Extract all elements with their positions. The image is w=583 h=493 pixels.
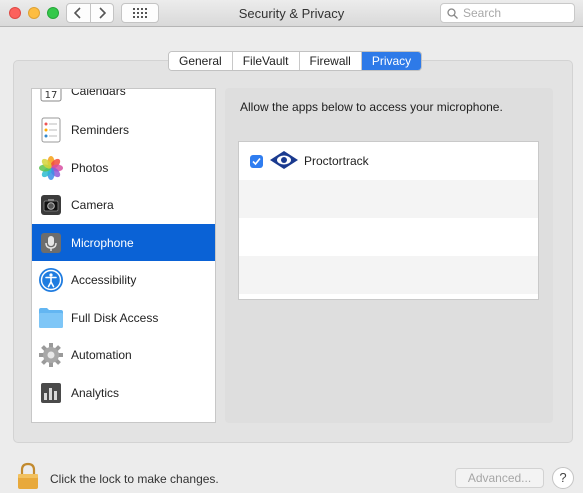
calendar-icon: 17 <box>38 89 64 104</box>
sidebar-item-photos[interactable]: Photos <box>32 149 215 186</box>
sidebar-item-label: Photos <box>71 160 109 175</box>
tab-bar: General FileVault Firewall Privacy <box>168 51 423 71</box>
sidebar-item-label: Microphone <box>71 235 134 250</box>
sidebar-item-label: Full Disk Access <box>71 310 159 325</box>
empty-row <box>239 218 538 256</box>
sidebar-item-reminders[interactable]: Reminders <box>32 111 215 148</box>
proctortrack-checkbox[interactable] <box>250 155 263 168</box>
tab-privacy[interactable]: Privacy <box>361 52 422 70</box>
photos-icon <box>38 155 64 181</box>
app-row-proctortrack[interactable]: Proctortrack <box>239 142 538 180</box>
microphone-icon <box>38 230 64 256</box>
advanced-button[interactable]: Advanced... <box>455 468 544 488</box>
empty-row <box>239 180 538 218</box>
help-button[interactable]: ? <box>552 467 574 489</box>
tab-firewall[interactable]: Firewall <box>299 52 362 70</box>
folder-icon <box>38 305 64 331</box>
sidebar-item-accessibility[interactable]: Accessibility <box>32 261 215 298</box>
sidebar-item-label: Reminders <box>71 122 130 137</box>
proctortrack-eye-icon <box>270 151 298 169</box>
calendar-day-text: 17 <box>45 90 58 101</box>
sidebar-item-label: Accessibility <box>71 272 137 287</box>
search-icon <box>447 7 458 19</box>
tab-general[interactable]: General <box>169 52 233 70</box>
lock-message: Click the lock to make changes. <box>50 472 219 486</box>
tab-filevault[interactable]: FileVault <box>232 52 300 70</box>
search-field[interactable] <box>440 3 575 23</box>
sidebar-item-full-disk-access[interactable]: Full Disk Access <box>32 299 215 336</box>
sidebar-item-label: Analytics <box>71 385 120 400</box>
sidebar-item-label: Calendars <box>71 88 126 98</box>
title-bar: Security & Privacy <box>0 0 583 27</box>
accessibility-icon <box>38 267 64 293</box>
lock-icon[interactable] <box>17 462 39 490</box>
sidebar-item-camera[interactable]: Camera <box>32 186 215 223</box>
sidebar-item-automation[interactable]: Automation <box>32 336 215 373</box>
analytics-icon <box>38 380 64 406</box>
app-list[interactable]: Proctortrack <box>238 141 539 300</box>
checkmark-icon <box>252 157 261 166</box>
empty-row <box>239 256 538 294</box>
pane-heading: Allow the apps below to access your micr… <box>240 100 503 114</box>
privacy-category-list[interactable]: 17 Calendars Reminders Photos Camera Mic… <box>31 88 216 423</box>
camera-icon <box>38 192 64 218</box>
search-input[interactable] <box>463 6 563 20</box>
sidebar-item-microphone[interactable]: Microphone <box>32 224 215 261</box>
reminders-icon <box>38 117 64 143</box>
sidebar-item-calendars[interactable]: 17 Calendars <box>32 88 215 109</box>
sidebar-item-analytics[interactable]: Analytics <box>32 374 215 411</box>
gear-icon <box>38 342 64 368</box>
sidebar-item-label: Camera <box>71 197 114 212</box>
app-name: Proctortrack <box>304 154 369 168</box>
sidebar-item-label: Automation <box>71 347 132 362</box>
